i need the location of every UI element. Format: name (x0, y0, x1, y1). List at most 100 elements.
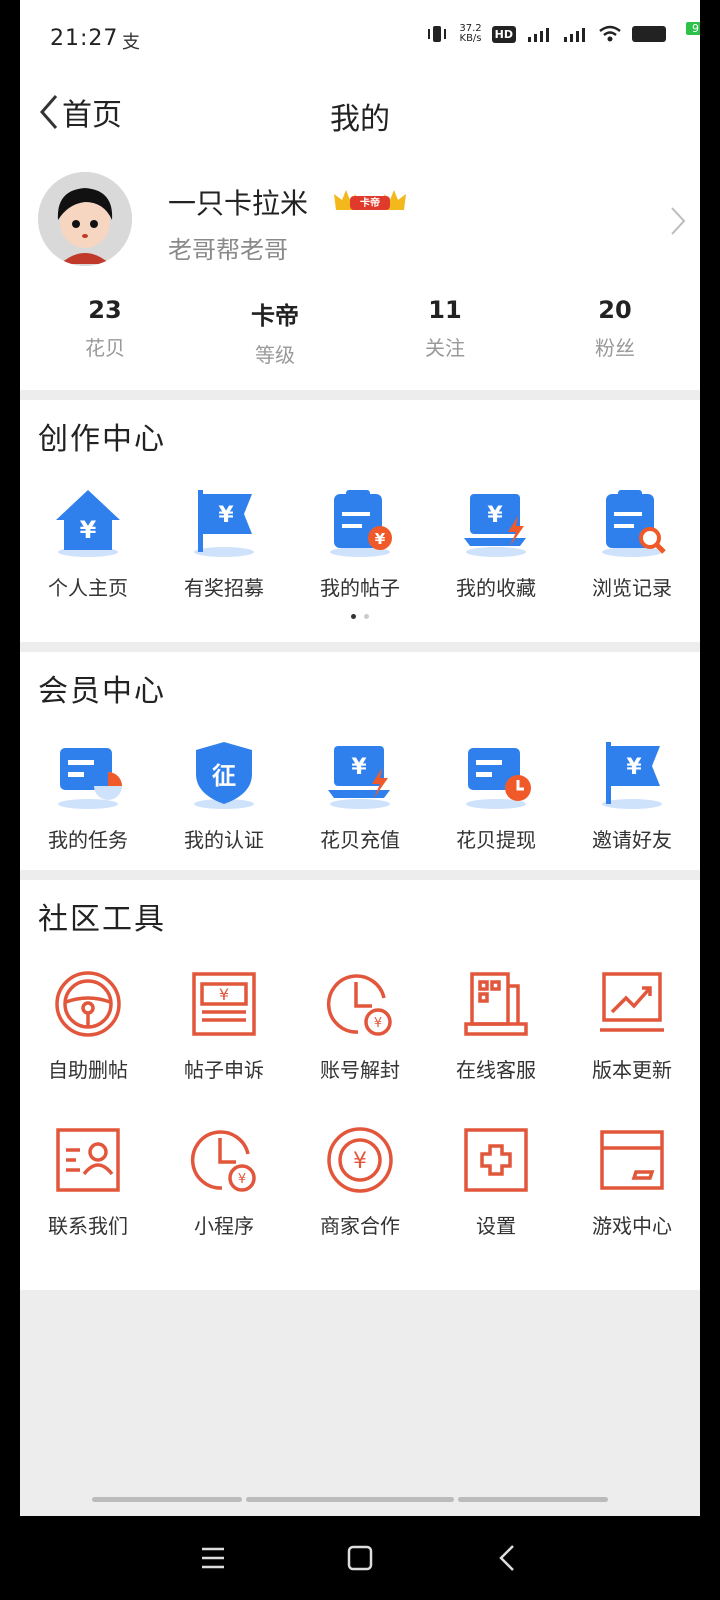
grid-item-label: 我的认证 (184, 828, 264, 852)
square-icon (347, 1545, 373, 1571)
menu-button[interactable] (183, 1528, 243, 1588)
back-nav-button[interactable] (477, 1528, 537, 1588)
stat-level[interactable]: 卡帝 等级 (190, 296, 360, 368)
signature: 老哥帮老哥 (168, 236, 288, 264)
member-center-grid: 我的任务 征 我的认证 ¥ 花贝充值 花贝提现 ¥ 邀请好友 (20, 738, 700, 853)
grid-item-mini-program[interactable]: ¥ 小程序 (156, 1124, 292, 1239)
grid-item-label: 邀请好友 (592, 828, 672, 852)
status-bar: 21:27 支 37.2 KB/s HD 97 (20, 0, 700, 78)
grid-item-verification[interactable]: 征 我的认证 (156, 738, 292, 853)
page-dot-active (351, 614, 356, 619)
stat-value: 卡帝 (251, 302, 299, 330)
chevron-right-icon[interactable] (670, 206, 686, 236)
grid-item-version-update[interactable]: 版本更新 (564, 968, 700, 1083)
signal-icon-2 (564, 28, 585, 42)
page-indicator (20, 614, 700, 619)
vibrate-icon (428, 26, 447, 42)
svg-text:¥: ¥ (374, 1016, 382, 1031)
grid-item-appeal[interactable]: ¥ 帖子申诉 (156, 968, 292, 1083)
coin-yen-icon: ¥ (327, 1127, 393, 1193)
svg-text:征: 征 (212, 762, 236, 790)
grid-item-personal-home[interactable]: ¥ 个人主页 (20, 486, 156, 601)
username: 一只卡拉米 (168, 187, 309, 220)
signal-icon (528, 28, 549, 42)
screen: 21:27 支 37.2 KB/s HD 97 首页 我的 (20, 0, 700, 1516)
creation-center-grid: ¥ 个人主页 ¥ 有奖招募 ¥ 我的帖子 ¥ 我的收藏 浏览记录 (20, 486, 700, 601)
creation-center-card: 创作中心 ¥ 个人主页 ¥ 有奖招募 ¥ 我的帖子 ¥ 我的收藏 浏览记录 (20, 400, 700, 642)
clock-yen-icon: ¥ (190, 1130, 256, 1192)
grid-item-settings[interactable]: 设置 (428, 1124, 564, 1239)
page-title: 我的 (330, 102, 390, 137)
grid-item-label: 账号解封 (320, 1058, 400, 1082)
laptop-yen-icon: ¥ (464, 494, 526, 557)
flag-yen-icon: ¥ (602, 742, 662, 809)
grid-item-recruit[interactable]: ¥ 有奖招募 (156, 486, 292, 601)
system-nav-bar (0, 1516, 720, 1600)
credit-card-icon (600, 1130, 664, 1190)
stat-value: 11 (428, 296, 462, 324)
grid-item-history[interactable]: 浏览记录 (564, 486, 700, 601)
battery-icon: 97 (632, 22, 700, 42)
grid-item-favorites[interactable]: ¥ 我的收藏 (428, 486, 564, 601)
back-triangle-icon (498, 1545, 514, 1571)
clipboard-search-icon (602, 490, 666, 557)
stat-label: 花贝 (85, 336, 125, 360)
grid-item-label: 设置 (476, 1214, 516, 1238)
member-center-card: 会员中心 我的任务 征 我的认证 ¥ 花贝充值 花贝提现 ¥ 邀请好友 (20, 652, 700, 870)
grid-item-label: 小程序 (194, 1214, 254, 1238)
grid-item-label: 我的收藏 (456, 576, 536, 600)
home-yen-icon: ¥ (56, 490, 120, 557)
grid-item-label: 在线客服 (456, 1058, 536, 1082)
steering-wheel-icon (55, 971, 121, 1037)
grid-item-label: 帖子申诉 (184, 1058, 264, 1082)
scroll-indicator-segment (246, 1497, 454, 1502)
svg-text:¥: ¥ (219, 985, 229, 1004)
building-icon (464, 972, 528, 1036)
laptop-yen-icon: ¥ (328, 746, 390, 809)
grid-item-business[interactable]: ¥ 商家合作 (292, 1124, 428, 1239)
status-icons: 37.2 KB/s HD 97 (425, 22, 700, 44)
community-tools-grid-row2: 联系我们 ¥ 小程序 ¥ 商家合作 设置 游戏中心 (20, 1124, 700, 1239)
stat-points[interactable]: 23 花贝 (20, 296, 190, 368)
home-button[interactable] (330, 1528, 390, 1588)
grid-item-label: 我的任务 (48, 828, 128, 852)
grid-item-recharge[interactable]: ¥ 花贝充值 (292, 738, 428, 853)
community-tools-grid-row1: 自助删帖 ¥ 帖子申诉 ¥ 账号解封 在线客服 版本更新 (20, 968, 700, 1083)
grid-item-my-posts[interactable]: ¥ 我的帖子 (292, 486, 428, 601)
grid-item-label: 商家合作 (320, 1214, 400, 1238)
grid-item-withdraw[interactable]: 花贝提现 (428, 738, 564, 853)
avatar[interactable] (38, 172, 132, 266)
task-card-icon (58, 748, 122, 809)
page-dot (364, 614, 369, 619)
grid-item-label: 我的帖子 (320, 576, 400, 600)
stat-followers[interactable]: 20 粉丝 (530, 296, 700, 368)
grid-item-label: 联系我们 (48, 1214, 128, 1238)
wifi-icon (599, 25, 621, 42)
clock-yen-icon: ¥ (326, 974, 392, 1036)
stat-following[interactable]: 11 关注 (360, 296, 530, 368)
shield-verify-icon: 征 (194, 742, 254, 809)
svg-text:¥: ¥ (626, 755, 642, 780)
svg-text:¥: ¥ (351, 755, 367, 780)
grid-item-unban[interactable]: ¥ 账号解封 (292, 968, 428, 1083)
grid-item-invite[interactable]: ¥ 邀请好友 (564, 738, 700, 853)
svg-text:¥: ¥ (218, 503, 234, 528)
grid-item-my-tasks[interactable]: 我的任务 (20, 738, 156, 853)
grid-item-customer-service[interactable]: 在线客服 (428, 968, 564, 1083)
grid-item-contact-us[interactable]: 联系我们 (20, 1124, 156, 1239)
stat-label: 等级 (255, 343, 295, 367)
chart-trend-icon (600, 972, 664, 1032)
svg-text:¥: ¥ (238, 1172, 246, 1187)
svg-text:¥: ¥ (375, 530, 386, 548)
scroll-indicator-segment (458, 1497, 608, 1502)
level-badge: 卡帝 (332, 188, 408, 212)
grid-item-self-delete[interactable]: 自助删帖 (20, 968, 156, 1083)
grid-item-game-center[interactable]: 游戏中心 (564, 1124, 700, 1239)
battery-level: 97 (686, 22, 700, 35)
grid-item-label: 个人主页 (48, 576, 128, 600)
menu-icon (202, 1547, 225, 1569)
grid-item-label: 花贝充值 (320, 828, 400, 852)
section-title: 创作中心 (38, 422, 166, 457)
stat-label: 粉丝 (595, 336, 635, 360)
scroll-indicator (92, 1497, 612, 1502)
